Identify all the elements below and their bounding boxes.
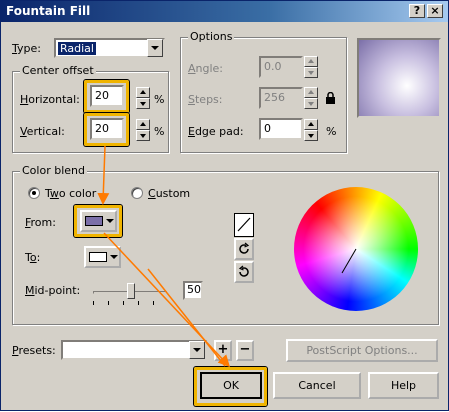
- steps-input[interactable]: 256: [259, 87, 303, 109]
- remove-preset-button[interactable]: −: [236, 340, 254, 361]
- midpoint-ticks: [93, 301, 168, 305]
- two-color-radio[interactable]: [28, 187, 40, 199]
- clockwise-blend-button[interactable]: [234, 261, 254, 283]
- horizontal-unit: %: [154, 93, 165, 106]
- horizontal-input[interactable]: 20: [90, 85, 124, 107]
- midpoint-input[interactable]: 50: [183, 281, 203, 300]
- counterclockwise-icon: [239, 242, 250, 254]
- angle-spinner[interactable]: [304, 56, 318, 78]
- lock-icon[interactable]: [324, 91, 337, 104]
- help-button[interactable]: Help: [368, 372, 439, 399]
- horizontal-label: Horizontal:: [20, 93, 80, 106]
- from-color-button[interactable]: [80, 210, 117, 232]
- presets-label: Presets:: [12, 344, 56, 357]
- from-dropdown-arrow-icon: [106, 219, 114, 223]
- direct-blend-button[interactable]: [234, 213, 254, 237]
- counterclockwise-blend-button[interactable]: [234, 238, 254, 260]
- fountain-fill-dialog: Fountain Fill ? × Type: Radial Center of…: [0, 0, 449, 411]
- steps-label: Steps:: [188, 93, 223, 106]
- dialog-title: Fountain Fill: [6, 4, 91, 18]
- angle-label: Angle:: [188, 62, 224, 75]
- edge-pad-unit: %: [326, 125, 337, 138]
- to-dropdown-arrow-icon: [110, 255, 118, 259]
- edge-pad-input[interactable]: 0: [259, 118, 303, 140]
- type-value: Radial: [58, 42, 96, 55]
- two-color-label: Two color: [45, 187, 97, 200]
- presets-dropdown-arrow-icon[interactable]: [189, 341, 205, 359]
- help-title-button[interactable]: ?: [409, 4, 425, 18]
- from-label: From:: [25, 216, 56, 229]
- steps-spinner[interactable]: [304, 87, 318, 109]
- color-wheel[interactable]: [294, 187, 418, 311]
- vertical-input[interactable]: 20: [90, 118, 124, 140]
- add-preset-button[interactable]: +: [214, 340, 232, 361]
- gradient-preview: [357, 38, 441, 118]
- ok-button[interactable]: OK: [200, 372, 262, 399]
- close-button[interactable]: ×: [427, 4, 443, 18]
- midpoint-slider-thumb[interactable]: [127, 283, 135, 299]
- cancel-button[interactable]: Cancel: [273, 372, 361, 399]
- vertical-unit: %: [154, 125, 165, 138]
- to-label: To:: [25, 251, 41, 264]
- to-color-button[interactable]: [84, 246, 121, 268]
- from-color-swatch: [85, 216, 103, 226]
- type-dropdown-arrow-icon[interactable]: [147, 39, 163, 57]
- to-color-swatch: [89, 252, 107, 262]
- custom-label: Custom: [148, 187, 191, 200]
- vertical-label: Vertical:: [20, 125, 65, 138]
- options-title: Options: [188, 30, 235, 43]
- vertical-spinner[interactable]: [136, 119, 150, 141]
- edge-pad-spinner[interactable]: [304, 119, 318, 141]
- title-bar: Fountain Fill ? ×: [1, 1, 448, 22]
- presets-input[interactable]: [61, 340, 207, 360]
- clockwise-icon: [238, 265, 249, 277]
- blend-line-icon: [341, 248, 357, 274]
- postscript-options-button[interactable]: PostScript Options...: [286, 339, 438, 362]
- custom-radio[interactable]: [131, 187, 143, 199]
- horizontal-spinner[interactable]: [136, 87, 150, 109]
- line-blend-icon: [237, 217, 251, 232]
- color-blend-title: Color blend: [20, 164, 87, 177]
- type-label: Type:: [12, 42, 41, 55]
- edge-pad-label: Edge pad:: [188, 125, 244, 138]
- center-offset-title: Center offset: [20, 64, 96, 77]
- angle-input[interactable]: 0.0: [259, 56, 303, 78]
- midpoint-label: Mid-point:: [25, 284, 81, 297]
